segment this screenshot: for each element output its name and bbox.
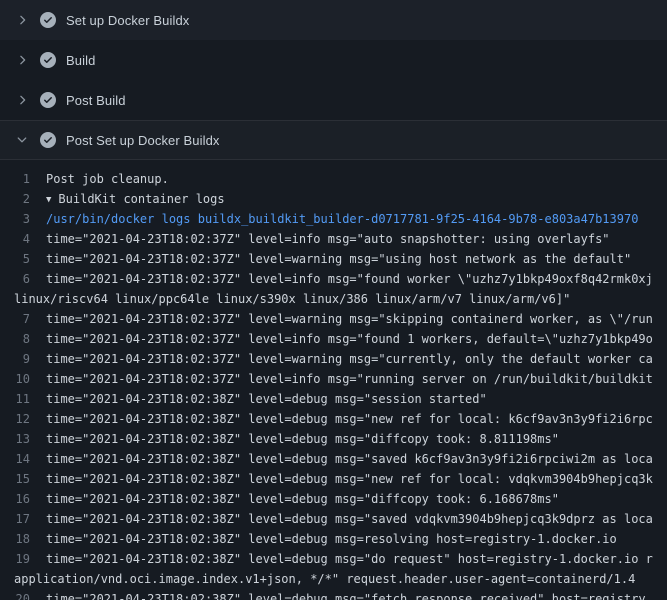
log-line-text: time="2021-04-23T18:02:38Z" level=debug … (46, 429, 667, 449)
log-line: 4time="2021-04-23T18:02:37Z" level=info … (0, 229, 667, 249)
log-line-text: time="2021-04-23T18:02:37Z" level=warnin… (46, 249, 667, 269)
log-line-text: time="2021-04-23T18:02:37Z" level=info m… (46, 369, 667, 389)
log-line: 11time="2021-04-23T18:02:38Z" level=debu… (0, 389, 667, 409)
step-header-set-up-docker-buildx[interactable]: Set up Docker Buildx (0, 0, 667, 40)
log-line-number[interactable]: 17 (0, 509, 46, 529)
log-line: 20time="2021-04-23T18:02:38Z" level=debu… (0, 589, 667, 600)
log-line: 13time="2021-04-23T18:02:38Z" level=debu… (0, 429, 667, 449)
log-line-text: time="2021-04-23T18:02:38Z" level=debug … (46, 489, 667, 509)
log-line-text: Post job cleanup. (46, 169, 667, 189)
steps-list: Set up Docker Buildx Build Post Build Post … (0, 0, 667, 160)
log-line-number[interactable]: 3 (0, 209, 46, 229)
log-line-number[interactable]: 2 (0, 189, 46, 209)
check-circle-icon (40, 92, 56, 108)
log-line-number[interactable]: 18 (0, 529, 46, 549)
log-line: 18time="2021-04-23T18:02:38Z" level=debu… (0, 529, 667, 549)
log-line-number[interactable]: 14 (0, 449, 46, 469)
log-group-title: BuildKit container logs (58, 192, 224, 206)
log-line: 3/usr/bin/docker logs buildx_buildkit_bu… (0, 209, 667, 229)
log-line-text: time="2021-04-23T18:02:38Z" level=debug … (46, 449, 667, 469)
log-line-text: time="2021-04-23T18:02:38Z" level=debug … (46, 509, 667, 529)
log-line-number[interactable]: 16 (0, 489, 46, 509)
log-line-number[interactable]: 19 (0, 549, 46, 569)
log-line-text: time="2021-04-23T18:02:37Z" level=info m… (46, 329, 667, 349)
log-area: 1Post job cleanup.2▼ BuildKit container l… (0, 160, 667, 600)
check-circle-icon (40, 52, 56, 68)
log-line-number[interactable]: 11 (0, 389, 46, 409)
step-label: Post Build (66, 93, 126, 108)
log-line-number[interactable]: 13 (0, 429, 46, 449)
log-line-text: time="2021-04-23T18:02:37Z" level=info m… (46, 269, 667, 289)
log-line: 19time="2021-04-23T18:02:38Z" level=debu… (0, 549, 667, 569)
log-line-number[interactable]: 12 (0, 409, 46, 429)
log-line: 7time="2021-04-23T18:02:37Z" level=warni… (0, 309, 667, 329)
log-line-text: time="2021-04-23T18:02:37Z" level=warnin… (46, 309, 667, 329)
chevron-down-icon (14, 132, 30, 148)
log-line-text: time="2021-04-23T18:02:38Z" level=debug … (46, 549, 667, 569)
log-line: 6time="2021-04-23T18:02:37Z" level=info … (0, 269, 667, 289)
log-line: 12time="2021-04-23T18:02:38Z" level=debu… (0, 409, 667, 429)
log-line: 10time="2021-04-23T18:02:37Z" level=info… (0, 369, 667, 389)
log-line-text: time="2021-04-23T18:02:37Z" level=info m… (46, 229, 667, 249)
log-line: 8time="2021-04-23T18:02:37Z" level=info … (0, 329, 667, 349)
log-group-toggle-icon[interactable]: ▼ (46, 190, 51, 209)
log-line-number[interactable]: 20 (0, 589, 46, 600)
log-line: 14time="2021-04-23T18:02:38Z" level=debu… (0, 449, 667, 469)
log-line: 17time="2021-04-23T18:02:38Z" level=debu… (0, 509, 667, 529)
check-circle-icon (40, 132, 56, 148)
log-line: 16time="2021-04-23T18:02:38Z" level=debu… (0, 489, 667, 509)
log-line-number[interactable]: 5 (0, 249, 46, 269)
step-label: Build (66, 53, 95, 68)
log-line-text: time="2021-04-23T18:02:38Z" level=debug … (46, 529, 667, 549)
log-line-number[interactable]: 6 (0, 269, 46, 289)
log-line-number[interactable]: 4 (0, 229, 46, 249)
chevron-right-icon (14, 52, 30, 68)
log-command-text: /usr/bin/docker logs buildx_buildkit_bui… (46, 209, 667, 229)
log-line-number[interactable]: 15 (0, 469, 46, 489)
log-line-text: time="2021-04-23T18:02:38Z" level=debug … (46, 589, 667, 600)
log-line-continuation: linux/riscv64 linux/ppc64le linux/s390x … (0, 289, 667, 309)
log-line-number[interactable]: 7 (0, 309, 46, 329)
chevron-right-icon (14, 12, 30, 28)
step-header-post-set-up-docker-buildx[interactable]: Post Set up Docker Buildx (0, 120, 667, 160)
log-line-number[interactable]: 1 (0, 169, 46, 189)
log-line-text: time="2021-04-23T18:02:38Z" level=debug … (46, 469, 667, 489)
log-line: 5time="2021-04-23T18:02:37Z" level=warni… (0, 249, 667, 269)
log-line-text: time="2021-04-23T18:02:38Z" level=debug … (46, 389, 667, 409)
log-line: 15time="2021-04-23T18:02:38Z" level=debu… (0, 469, 667, 489)
log-line-number[interactable]: 10 (0, 369, 46, 389)
log-line: 2▼ BuildKit container logs (0, 189, 667, 209)
log-line: 1Post job cleanup. (0, 169, 667, 189)
log-line-text: ▼ BuildKit container logs (46, 189, 667, 209)
log-line-number[interactable]: 9 (0, 349, 46, 369)
log-line-continuation: application/vnd.oci.image.index.v1+json,… (0, 569, 667, 589)
log-line-number[interactable]: 8 (0, 329, 46, 349)
step-header-build[interactable]: Build (0, 40, 667, 80)
log-line: 9time="2021-04-23T18:02:37Z" level=warni… (0, 349, 667, 369)
check-circle-icon (40, 12, 56, 28)
log-line-text: time="2021-04-23T18:02:37Z" level=warnin… (46, 349, 667, 369)
step-label: Post Set up Docker Buildx (66, 133, 220, 148)
step-header-post-build[interactable]: Post Build (0, 80, 667, 120)
step-label: Set up Docker Buildx (66, 13, 189, 28)
log-line-text: time="2021-04-23T18:02:38Z" level=debug … (46, 409, 667, 429)
chevron-right-icon (14, 92, 30, 108)
